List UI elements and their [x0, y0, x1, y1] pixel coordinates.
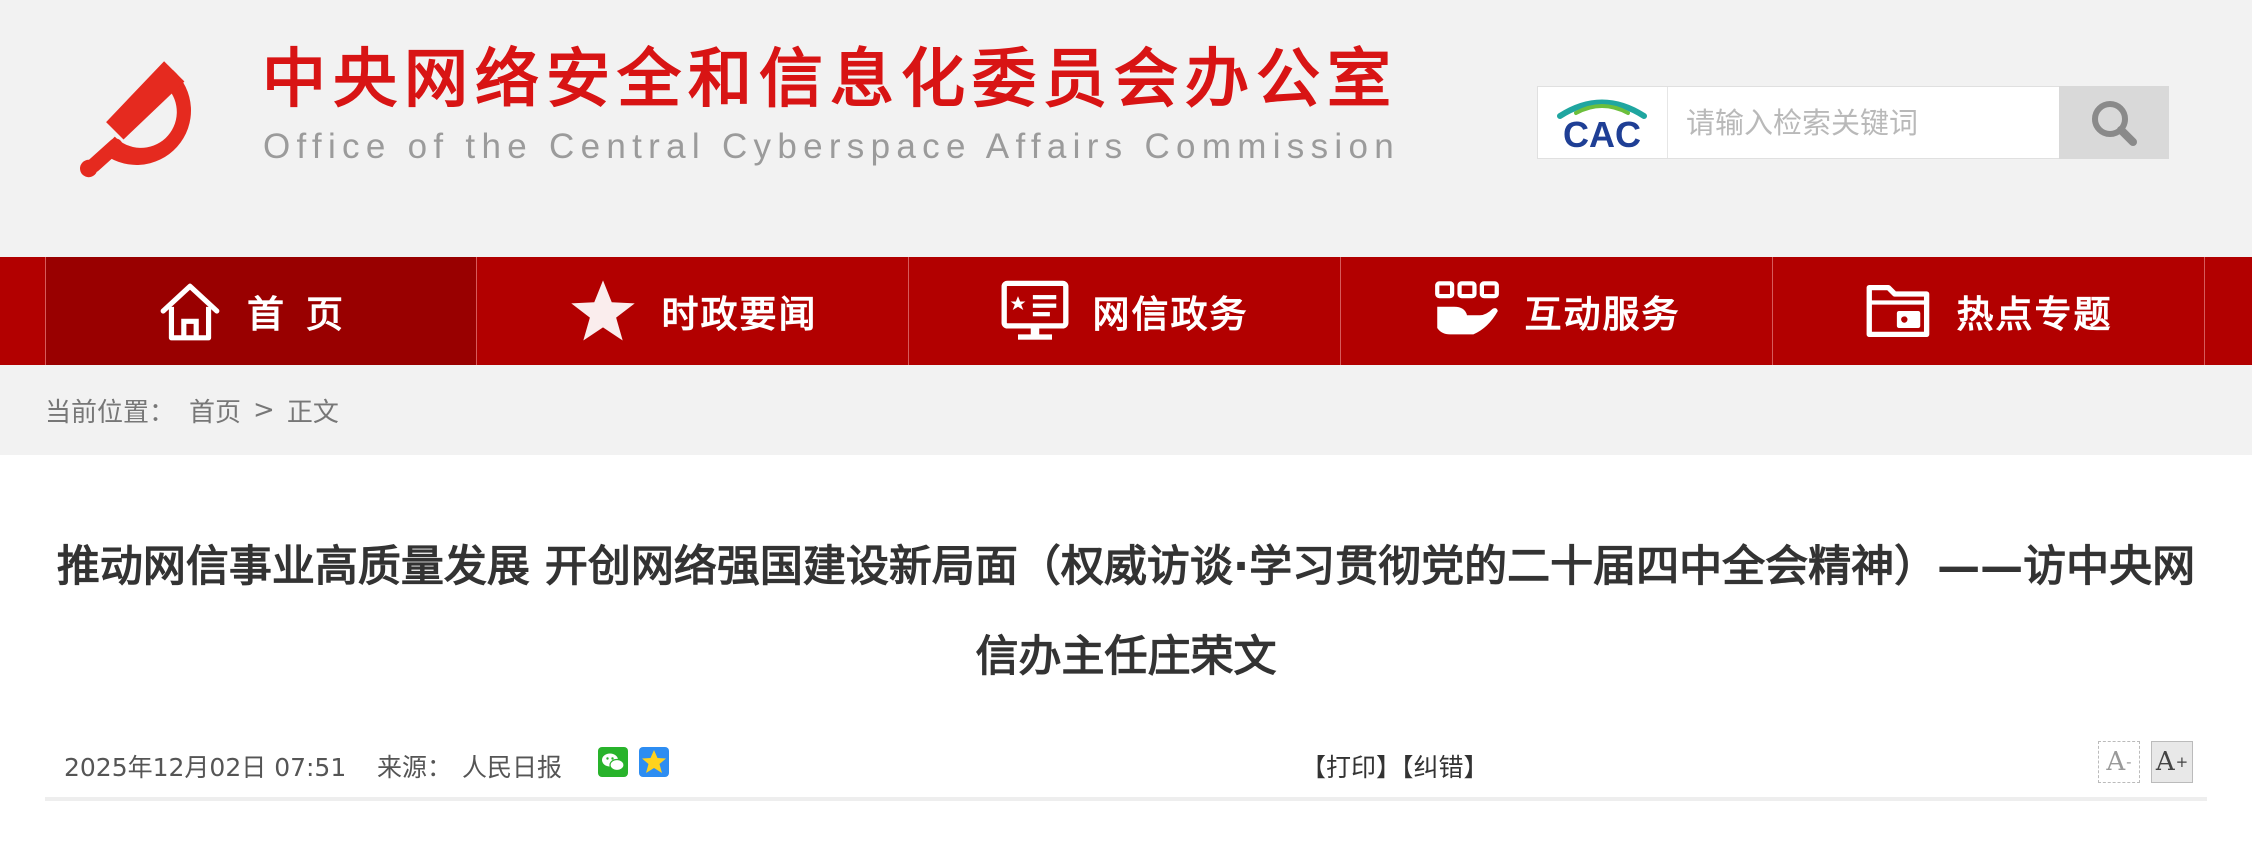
- search-icon: [2092, 100, 2137, 146]
- nav-item-services[interactable]: 互动服务: [1341, 257, 1773, 365]
- source-name: 人民日报: [462, 753, 563, 782]
- search-button[interactable]: [2059, 86, 2169, 159]
- nav-label: 互动服务: [1524, 293, 1681, 336]
- nav-item-affairs[interactable]: 网信政务: [909, 257, 1341, 365]
- search-box: CAC: [1537, 86, 2169, 159]
- article-meta: 2025年12月02日 07:51 来源： 人民日报 【打印】【纠错】 A- A…: [45, 740, 2207, 790]
- font-increase-button[interactable]: A +: [2151, 741, 2193, 783]
- hand-service-icon: [1434, 281, 1499, 335]
- home-icon: [160, 283, 220, 341]
- monitor-icon: [1001, 280, 1068, 340]
- publish-date: 2025年12月02日 07:51: [64, 753, 347, 782]
- cac-logo-icon: CAC: [1557, 99, 1647, 155]
- site-title-en[interactable]: Office of the Central Cyberspace Affairs…: [263, 129, 1400, 164]
- breadcrumb-home-link[interactable]: 首页: [189, 392, 241, 429]
- breadcrumb-current: 正文: [286, 397, 339, 428]
- folder-icon: [1866, 284, 1929, 338]
- site-title-cn[interactable]: 中央网络安全和信息化委员会办公室: [262, 48, 1398, 112]
- article-title: 推动网信事业高质量发展 开创网络强国建设新局面（权威访谈·学习贯彻党的二十届四中…: [56, 542, 2196, 682]
- party-emblem-icon: [80, 61, 191, 178]
- font-decrease-button[interactable]: A-: [2098, 741, 2140, 783]
- font-increase-sign: +: [2175, 753, 2189, 771]
- meta-divider: [45, 797, 2207, 801]
- wechat-share-icon[interactable]: [598, 747, 628, 777]
- cac-logo[interactable]: CAC: [1538, 87, 1668, 158]
- nav-item-home[interactable]: 首页: [45, 257, 477, 365]
- nav-label: 首页: [247, 293, 365, 336]
- breadcrumb-separator: >: [253, 395, 275, 425]
- print-correct-links[interactable]: 【打印】【纠错】: [1301, 748, 1489, 784]
- source-label: 来源：: [377, 753, 453, 782]
- star-icon: [570, 280, 635, 341]
- nav-label: 时政要闻: [661, 293, 818, 336]
- nav-label: 热点专题: [1956, 293, 2113, 336]
- main-nav: 首页 时政要闻 网信政务 互动服务 热点专题: [0, 257, 2252, 365]
- site-header: 中央网络安全和信息化委员会办公室 Office of the Central C…: [0, 0, 2252, 257]
- breadcrumb: 当前位置： 首页 > 正文: [0, 365, 2252, 455]
- nav-item-topics[interactable]: 热点专题: [1773, 257, 2205, 365]
- qzone-share-icon[interactable]: [639, 747, 669, 777]
- search-input[interactable]: [1669, 87, 2039, 158]
- nav-label: 网信政务: [1092, 293, 1249, 336]
- font-decrease-label: A: [2106, 747, 2126, 777]
- font-decrease-sign: -: [2126, 753, 2132, 771]
- nav-item-news[interactable]: 时政要闻: [477, 257, 909, 365]
- font-increase-label: A: [2155, 747, 2175, 777]
- cac-logo-text: CAC: [1563, 114, 1641, 155]
- breadcrumb-label: 当前位置：: [45, 397, 176, 428]
